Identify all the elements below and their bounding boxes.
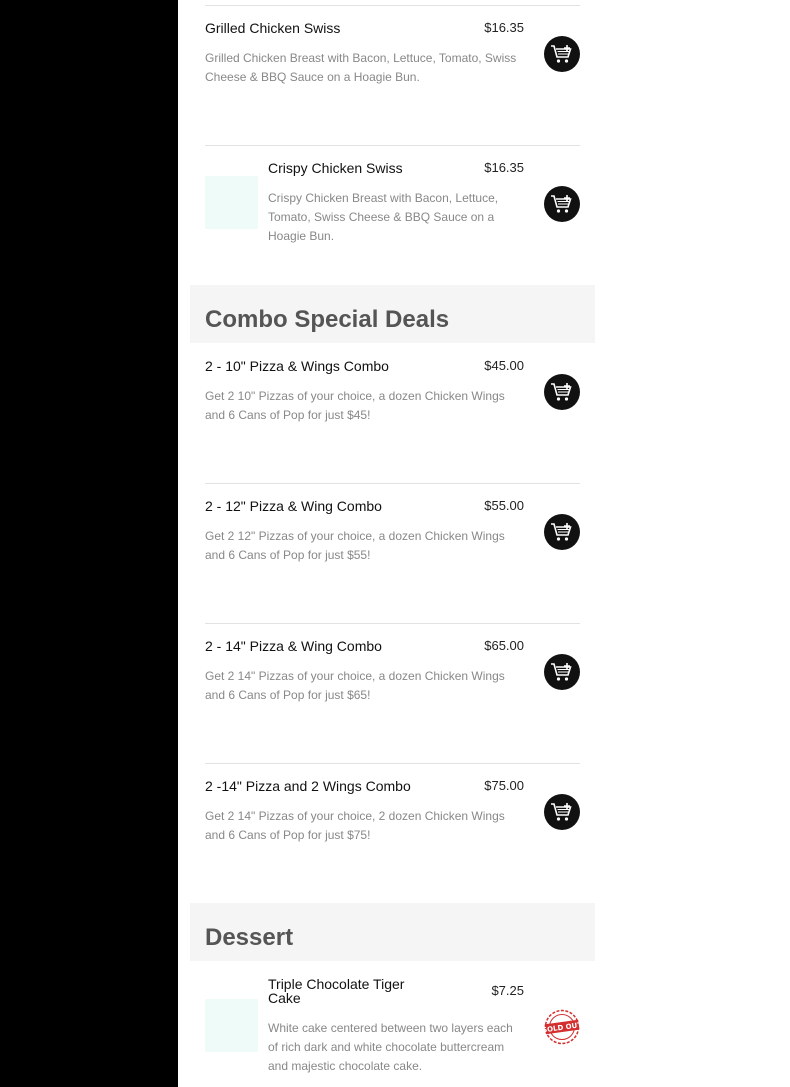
add-to-cart-button[interactable]	[544, 514, 580, 550]
item-name: Crispy Chicken Swiss	[268, 160, 403, 176]
add-to-cart-icon	[551, 45, 572, 63]
add-to-cart-icon	[551, 803, 572, 821]
item-price: $55.00	[484, 498, 524, 513]
item-name: 2 - 12" Pizza & Wing Combo	[205, 498, 382, 514]
item-description: White cake centered between two layers e…	[268, 1021, 513, 1073]
item-thumbnail	[205, 176, 258, 229]
item-price: $16.35	[484, 160, 524, 175]
item-description: Get 2 12" Pizzas of your choice, a dozen…	[205, 529, 505, 562]
left-sidebar	[0, 0, 178, 1087]
item-description: Get 2 10" Pizzas of your choice, a dozen…	[205, 389, 505, 422]
add-to-cart-icon	[551, 383, 572, 401]
item-description: Get 2 14" Pizzas of your choice, a dozen…	[205, 669, 505, 702]
item-price: $7.25	[491, 983, 524, 998]
item-description: Get 2 14" Pizzas of your choice, 2 dozen…	[205, 809, 505, 842]
sold-out-badge: SOLD OUT	[544, 1021, 580, 1035]
section-title: Combo Special Deals	[205, 306, 450, 333]
add-to-cart-icon	[551, 523, 572, 541]
add-to-cart-button[interactable]	[544, 654, 580, 690]
divider	[205, 763, 580, 764]
add-to-cart-button[interactable]	[544, 794, 580, 830]
divider	[205, 145, 580, 146]
divider	[205, 623, 580, 624]
divider	[205, 5, 580, 6]
item-name: 2 - 14" Pizza & Wing Combo	[205, 638, 382, 654]
sold-out-stamp-icon: SOLD OUT	[542, 1009, 583, 1045]
item-name: 2 -14" Pizza and 2 Wings Combo	[205, 778, 411, 794]
add-to-cart-button[interactable]	[544, 186, 580, 222]
add-to-cart-button[interactable]	[544, 36, 580, 72]
item-name: 2 - 10" Pizza & Wings Combo	[205, 358, 389, 374]
add-to-cart-button[interactable]	[544, 374, 580, 410]
item-thumbnail	[205, 999, 258, 1052]
item-description: Crispy Chicken Breast with Bacon, Lettuc…	[268, 191, 499, 243]
item-price: $16.35	[484, 20, 524, 35]
item-price: $65.00	[484, 638, 524, 653]
add-to-cart-icon	[551, 663, 572, 681]
item-name: Triple Chocolate Tiger Cake	[268, 976, 405, 1006]
divider	[205, 483, 580, 484]
item-price: $45.00	[484, 358, 524, 373]
section-title: Dessert	[205, 924, 294, 951]
item-price: $75.00	[484, 778, 524, 793]
item-description: Grilled Chicken Breast with Bacon, Lettu…	[205, 51, 517, 84]
item-name: Grilled Chicken Swiss	[205, 20, 341, 36]
add-to-cart-icon	[551, 195, 572, 213]
